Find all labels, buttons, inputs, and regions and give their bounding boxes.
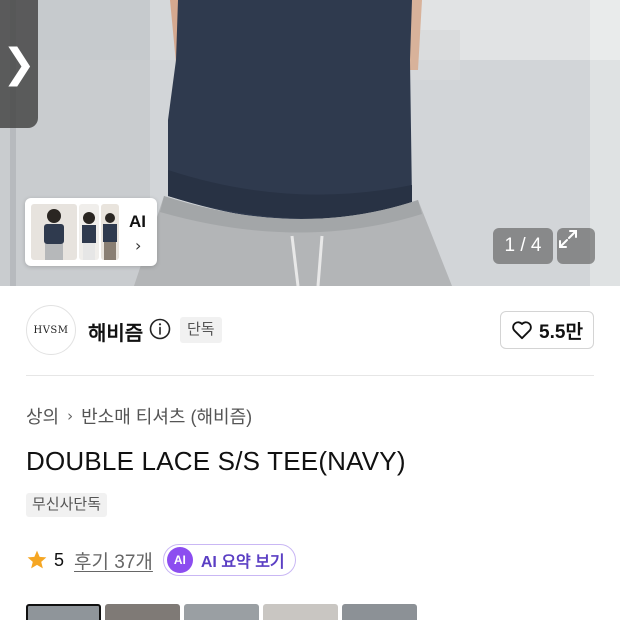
ai-label: AI xyxy=(129,212,146,231)
thumbnail-item[interactable] xyxy=(263,604,338,620)
thumbnail-item[interactable] xyxy=(105,604,180,620)
expand-button[interactable] xyxy=(557,228,595,264)
brand-name[interactable]: 해비즘 xyxy=(88,317,143,346)
thumbnail-item[interactable] xyxy=(26,604,101,620)
star-icon xyxy=(27,550,47,569)
thumbnail-image xyxy=(31,204,77,260)
product-hero-image[interactable]: ❯ AI › 1 / 4 xyxy=(0,0,620,286)
exclusive-tag: 무신사단독 xyxy=(26,493,108,517)
info-icon[interactable] xyxy=(149,318,171,340)
chevron-right-small-icon: › xyxy=(67,407,74,425)
thumbnail-image xyxy=(101,204,119,260)
like-count: 5.5만 xyxy=(539,321,583,343)
ai-summary-label: AI 요약 보기 xyxy=(200,554,285,571)
like-button[interactable]: 5.5만 xyxy=(500,311,594,349)
breadcrumb-subcategory[interactable]: 반소매 티셔츠 (해비즘) xyxy=(81,403,252,429)
thumbnail-image xyxy=(79,204,99,260)
ai-badge-icon: AI xyxy=(166,547,193,573)
thumbnail-item[interactable] xyxy=(184,604,259,620)
thumbnail-item[interactable] xyxy=(342,604,417,620)
product-title: DOUBLE LACE S/S TEE(NAVY) xyxy=(26,446,406,476)
brand-logo[interactable]: HVSM xyxy=(26,305,76,355)
ai-summary-button[interactable]: AI AI 요약 보기 xyxy=(162,544,296,576)
breadcrumb-category[interactable]: 상의 xyxy=(26,403,59,429)
prev-image-button[interactable]: ❯ xyxy=(0,0,38,128)
image-counter: 1 / 4 xyxy=(493,228,553,264)
heart-icon xyxy=(512,321,532,340)
reviews-link[interactable]: 후기 37개 xyxy=(74,547,153,574)
exclusive-badge: 단독 xyxy=(180,317,222,343)
rating-value: 5 xyxy=(54,549,65,570)
thumbnail-strip xyxy=(26,604,417,620)
brand-row: HVSM 해비즘 단독 5.5만 xyxy=(26,305,594,357)
expand-icon xyxy=(559,230,577,248)
chevron-left-icon: ❯ xyxy=(2,41,36,87)
ai-thumbnail-card[interactable]: AI › xyxy=(25,198,157,266)
divider xyxy=(26,375,594,376)
chevron-right-icon: › xyxy=(135,236,142,255)
rating-row: 5 후기 37개 AI AI 요약 보기 xyxy=(26,544,296,576)
breadcrumb: 상의 › 반소매 티셔츠 (해비즘) xyxy=(26,403,252,429)
